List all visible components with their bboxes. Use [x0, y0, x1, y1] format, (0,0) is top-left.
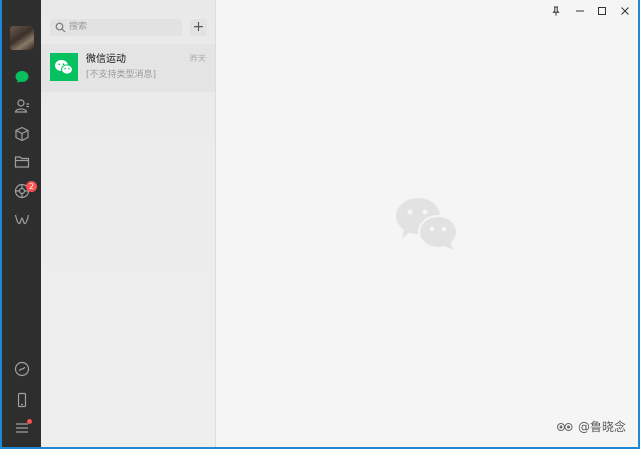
minimize-icon[interactable]: [573, 4, 587, 18]
left-sidebar: 2: [2, 0, 41, 447]
search-placeholder: 搜索: [69, 22, 88, 32]
wechat-sports-avatar: [50, 53, 78, 81]
chat-time: 昨天: [190, 54, 206, 63]
menu-notification-dot: [27, 419, 32, 424]
phone-icon[interactable]: [11, 389, 33, 411]
conversation-list-panel: 搜索 + 微信运动 昨天 [不支持类型消息]: [41, 0, 216, 447]
watermark-logo-icon: [556, 422, 573, 431]
add-button[interactable]: +: [190, 19, 207, 36]
mini-program-icon[interactable]: [11, 358, 33, 380]
wechat-watermark-icon: [396, 198, 458, 250]
search-input[interactable]: 搜索: [50, 19, 182, 36]
contacts-icon[interactable]: [11, 95, 33, 117]
avatar[interactable]: [10, 26, 34, 50]
files-icon[interactable]: [11, 151, 33, 173]
chat-preview: [不支持类型消息]: [86, 70, 157, 80]
watermark: @鲁晓念: [556, 418, 626, 435]
close-icon[interactable]: [618, 4, 632, 18]
channels-icon[interactable]: [11, 209, 33, 231]
chat-icon[interactable]: [11, 66, 33, 88]
chat-list-item[interactable]: 微信运动 昨天 [不支持类型消息]: [41, 44, 215, 92]
pin-icon[interactable]: [549, 4, 563, 18]
favorites-icon[interactable]: [11, 123, 33, 145]
chat-name: 微信运动: [86, 54, 126, 65]
search-icon: [55, 22, 66, 33]
moments-badge: 2: [26, 181, 37, 192]
watermark-text: @鲁晓念: [577, 420, 626, 434]
wechat-window: 2 搜索 + 微信运动 昨天 [不支持类型消息] @鲁晓念: [2, 0, 638, 447]
maximize-icon[interactable]: [595, 4, 609, 18]
wechat-logo-icon: [55, 59, 73, 75]
